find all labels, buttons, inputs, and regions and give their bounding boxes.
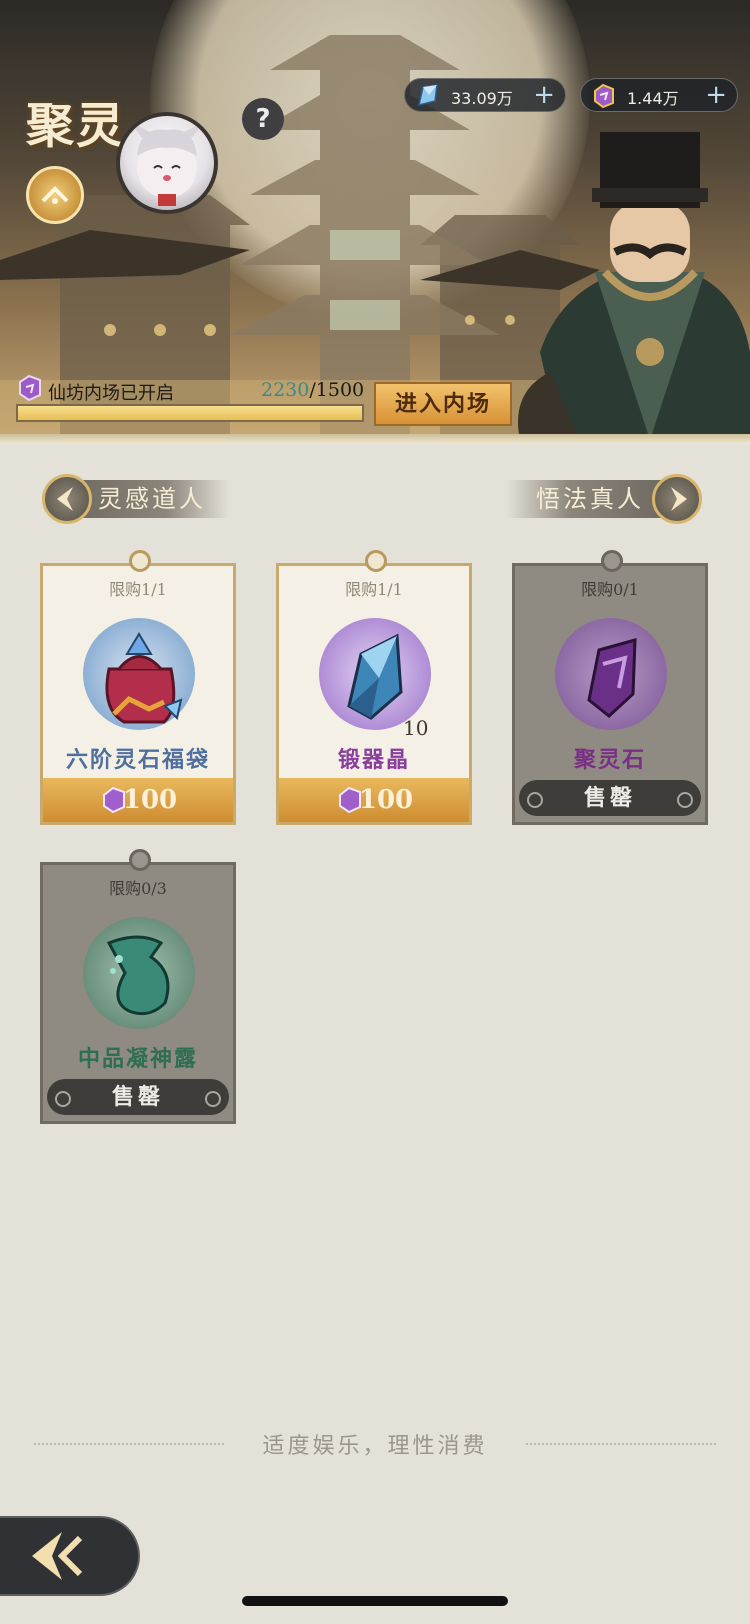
- official-npc-portrait: [518, 132, 750, 440]
- back-button[interactable]: [0, 1516, 140, 1596]
- nav-previous-label: 灵感道人: [70, 480, 230, 518]
- progress-label: 仙坊内场已开启: [48, 383, 174, 404]
- purchase-limit: 限购1/1: [109, 580, 167, 599]
- nav-next-merchant[interactable]: 悟法真人: [506, 474, 702, 524]
- card-ornament: [129, 550, 151, 572]
- player-avatar[interactable]: [116, 112, 218, 214]
- purple-stone-icon: [103, 786, 125, 814]
- shop-item-card[interactable]: 限购0/1 聚灵石 售罄: [512, 550, 708, 825]
- currency-spirit-stone: 1.44万 +: [580, 78, 738, 112]
- card-ornament: [365, 550, 387, 572]
- shop-item-card[interactable]: 限购1/1 10 锻器晶 100: [276, 550, 472, 825]
- help-button[interactable]: ?: [242, 98, 284, 140]
- progress-max: 1500: [315, 379, 365, 401]
- header-banner: 聚灵 ? 33.09万 + 1.44万 + 仙坊内场已开启 2230/1500 …: [0, 0, 750, 440]
- progress-current: 2230: [261, 379, 310, 401]
- purple-stone-icon: [19, 374, 41, 402]
- currency-crystal: 33.09万 +: [404, 78, 566, 112]
- item-price: 100: [122, 785, 178, 815]
- lucky-bag-icon: [105, 632, 183, 724]
- purchase-limit: 限购0/3: [109, 879, 167, 898]
- buy-button[interactable]: 100: [43, 778, 233, 822]
- item-name: 锻器晶: [337, 747, 410, 773]
- add-crystal-button[interactable]: +: [533, 81, 555, 109]
- nav-next-label: 悟法真人: [506, 480, 666, 518]
- arrow-right-icon: [671, 487, 687, 511]
- card-ornament: [129, 849, 151, 871]
- responsible-gaming-slogan: 适度娱乐，理性消费: [262, 1434, 488, 1459]
- purchase-limit: 限购1/1: [345, 580, 403, 599]
- chibi-character-icon: [130, 122, 204, 206]
- nav-previous-button[interactable]: [42, 474, 92, 524]
- item-name: 中品凝神露: [77, 1046, 198, 1072]
- shop-item-card[interactable]: 限购1/1 六阶灵石福袋 100: [40, 550, 236, 825]
- collapse-up-button[interactable]: [26, 166, 84, 224]
- item-quantity: 10: [403, 716, 429, 740]
- banner-divider: [0, 434, 750, 444]
- spirit-stone-amount: 1.44万: [627, 89, 679, 108]
- add-spirit-stone-button[interactable]: +: [705, 81, 727, 109]
- back-arrow-icon: [32, 1532, 83, 1580]
- arrow-left-icon: [57, 487, 73, 511]
- item-price: 100: [358, 785, 414, 815]
- item-name: 聚灵石: [573, 747, 646, 773]
- sold-out-label: 售罄: [47, 1079, 229, 1115]
- purple-spirit-stone-icon: [587, 638, 637, 718]
- progress-fill: [18, 406, 362, 420]
- home-indicator[interactable]: [242, 1596, 508, 1606]
- chevron-up-icon: [41, 186, 69, 204]
- enter-inner-hall-button[interactable]: 进入内场: [374, 382, 512, 426]
- nav-previous-merchant[interactable]: 灵感道人: [42, 474, 232, 524]
- dew-flask-icon: [106, 935, 170, 1016]
- progress-value: 2230/1500: [261, 379, 364, 401]
- purchase-limit: 限购0/1: [581, 580, 639, 599]
- purple-stone-icon: [594, 83, 614, 109]
- blue-crystal-icon: [418, 84, 438, 107]
- crystal-amount: 33.09万: [451, 89, 513, 108]
- shop-item-card[interactable]: 限购0/3 中品凝神露 售罄: [40, 849, 236, 1124]
- buy-button[interactable]: 100: [279, 778, 469, 822]
- sold-out-label: 售罄: [519, 780, 701, 816]
- progress-bar: [16, 404, 364, 422]
- item-name: 六阶灵石福袋: [65, 747, 210, 773]
- purple-stone-icon: [339, 786, 361, 814]
- page-title: 聚灵: [26, 98, 127, 154]
- card-ornament: [601, 550, 623, 572]
- nav-next-button[interactable]: [652, 474, 702, 524]
